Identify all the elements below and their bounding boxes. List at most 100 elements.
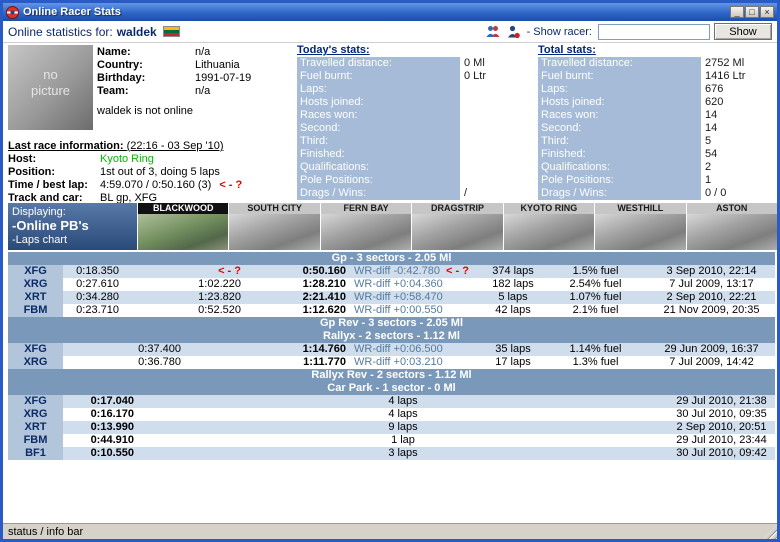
table-row: FBM 0:44.910 1 lap 29 Jul 2010, 23:44 [8, 434, 775, 447]
date-cell: 30 Jul 2010, 09:42 [676, 447, 767, 459]
laps-cell: 35 laps [495, 343, 531, 355]
car-cell: XRG [8, 408, 63, 421]
last-race-position: Position: 1st out of 3, doing 5 laps [8, 166, 220, 178]
track-thumbnails: BLACKWOOD SOUTH CITY FERN BAY DRAGSTRIP … [138, 203, 777, 250]
date-cell: 2 Sep 2010, 22:21 [666, 291, 757, 303]
stat-row: Travelled distance: 0 Ml [297, 57, 542, 70]
personal-bests-table: Gp - 3 sectors - 2.05 Ml XFG 0:18.350 < … [8, 252, 775, 460]
date-cell: 2 Sep 2010, 20:51 [676, 421, 767, 433]
track-image [138, 214, 229, 250]
car-cell: XRG [8, 356, 63, 369]
track-thumb-kyoto-ring[interactable]: KYOTO RING [503, 203, 595, 250]
car-cell: XRT [8, 291, 63, 304]
wr-diff-cell: WR-diff +0:04.360 [354, 278, 443, 290]
total-stats-title: Total stats: [538, 44, 596, 56]
laps-cell: 374 laps [492, 265, 534, 277]
todays-stats-title: Today's stats: [297, 44, 370, 56]
track-thumb-aston[interactable]: ASTON [686, 203, 777, 250]
wr-diff-cell: WR-diff +0:03.210 [354, 356, 443, 368]
racers-icon[interactable] [485, 24, 501, 40]
laps-cell: 4 laps [388, 408, 418, 420]
fuel-cell: 1.3% fuel [572, 356, 619, 368]
laps-cell: 182 laps [492, 278, 534, 290]
track-image [686, 214, 777, 250]
laps-cell: 9 laps [388, 421, 418, 433]
stat-row: Drags / Wins: 0 / 0 [538, 187, 777, 200]
host-name: Kyoto Ring [100, 153, 154, 165]
last-race-time: Time / best lap: 4:59.070 / 0:50.160 (3) <… [8, 179, 243, 191]
track-thumb-south-city[interactable]: SOUTH CITY [229, 203, 320, 250]
table-row: BF1 0:10.550 3 laps 30 Jul 2010, 09:42 [8, 447, 775, 460]
car-cell: FBM [8, 434, 63, 447]
track-thumb-westhill[interactable]: WESTHILL [595, 203, 686, 250]
table-row: XRT 0:34.280 1:23.820 2:21.410 WR-diff +… [8, 291, 775, 304]
section-header-gp-rev: Gp Rev - 3 sectors - 2.05 Ml [8, 317, 775, 330]
table-row: XFG 0:37.400 1:14.760 WR-diff +0:06.500 … [8, 343, 775, 356]
maximize-button[interactable]: □ [745, 6, 759, 18]
track-thumb-blackwood[interactable]: BLACKWOOD [138, 203, 229, 250]
minimize-button[interactable]: _ [730, 6, 744, 18]
stat-row: Races won: 14 [538, 109, 777, 122]
table-row: XRG 0:36.780 1:11.770 WR-diff +0:03.210 … [8, 356, 775, 369]
show-racer-controls: - Show racer: Show [485, 23, 772, 40]
total-stats-panel: Total stats: Travelled distance: 2752 Ml … [538, 44, 777, 200]
close-button[interactable]: × [760, 6, 774, 18]
window-controls: _ □ × [730, 6, 774, 18]
stat-row: Pole Positions: 1 [538, 174, 777, 187]
show-racer-input[interactable] [598, 23, 710, 40]
stat-row: Third: 5 [538, 135, 777, 148]
resize-grip[interactable] [763, 525, 777, 539]
wr-diff-cell: WR-diff +0:58.470 [354, 291, 443, 303]
track-image [229, 214, 320, 250]
stat-row: Finished: 54 [538, 148, 777, 161]
racer-name: waldek [116, 24, 157, 39]
show-button[interactable]: Show [714, 23, 772, 40]
displaying-laps-chart[interactable]: -Laps chart [12, 233, 133, 247]
date-cell: 21 Nov 2009, 20:35 [663, 304, 760, 316]
no-picture-text: picture [30, 83, 71, 98]
sector2-cell: 0:52.520 [198, 304, 241, 316]
date-cell: 7 Jul 2009, 14:42 [669, 356, 754, 368]
track-thumb-fern-bay[interactable]: FERN BAY [320, 203, 412, 250]
fuel-cell: 1.14% fuel [569, 343, 622, 355]
online-status-text: waldek is not online [97, 105, 194, 117]
stat-row: Third: [297, 135, 542, 148]
track-image [595, 214, 686, 250]
stat-row: Pole Positions: [297, 174, 542, 187]
stat-row: Laps: [297, 83, 542, 96]
laps-cell: 1 lap [391, 434, 415, 446]
displaying-online-pbs[interactable]: -Online PB's [12, 219, 133, 233]
section-header-rallyx: Rallyx - 2 sectors - 1.12 Ml [8, 330, 775, 343]
last-race-host: Host: Kyoto Ring [8, 153, 154, 165]
laptime-cell: 1:11.770 [303, 356, 346, 368]
profile-fields: Name: n/a Country: Lithuania Birthday: 1991… [97, 46, 251, 98]
car-cell: XFG [8, 395, 63, 408]
table-row: XFG 0:17.040 4 laps 29 Jul 2010, 21:38 [8, 395, 775, 408]
table-row: XRG 0:27.610 1:02.220 1:28.210 WR-diff +… [8, 278, 775, 291]
stat-row: Second: [297, 122, 542, 135]
car-cell: XRT [8, 421, 63, 434]
title-bar[interactable]: Online Racer Stats _ □ × [3, 3, 777, 21]
last-race-title: Last race information: (22:16 - 03 Sep '… [8, 140, 224, 152]
stat-row: Second: 14 [538, 122, 777, 135]
fuel-cell: 1.07% fuel [569, 291, 622, 303]
stat-row: Drags / Wins: / [297, 187, 542, 200]
track-thumb-dragstrip[interactable]: DRAGSTRIP [412, 203, 503, 250]
fuel-cell: 2.54% fuel [569, 278, 622, 290]
laptime-cell: 0:16.170 [90, 408, 134, 420]
stat-row: Hosts joined: [297, 96, 542, 109]
statistics-for-label: Online statistics for: [8, 24, 113, 39]
lithuania-flag-icon [162, 26, 180, 37]
car-cell: XFG [8, 343, 63, 356]
last-race-panel: Last race information: (22:16 - 03 Sep '… [8, 140, 242, 205]
date-cell: 3 Sep 2010, 22:14 [666, 265, 757, 277]
sector1-cell: 0:37.400 [138, 343, 181, 355]
stat-row: Travelled distance: 2752 Ml [538, 57, 777, 70]
car-cell: BF1 [8, 447, 63, 460]
app-icon [6, 5, 19, 19]
section-header-car-park: Car Park - 1 sector - 0 Ml [8, 382, 775, 395]
displaying-label: Displaying: [12, 206, 66, 218]
stat-row: Finished: [297, 148, 542, 161]
racer-search-icon[interactable] [505, 24, 521, 40]
profile-field-team: Team: n/a [97, 85, 211, 97]
